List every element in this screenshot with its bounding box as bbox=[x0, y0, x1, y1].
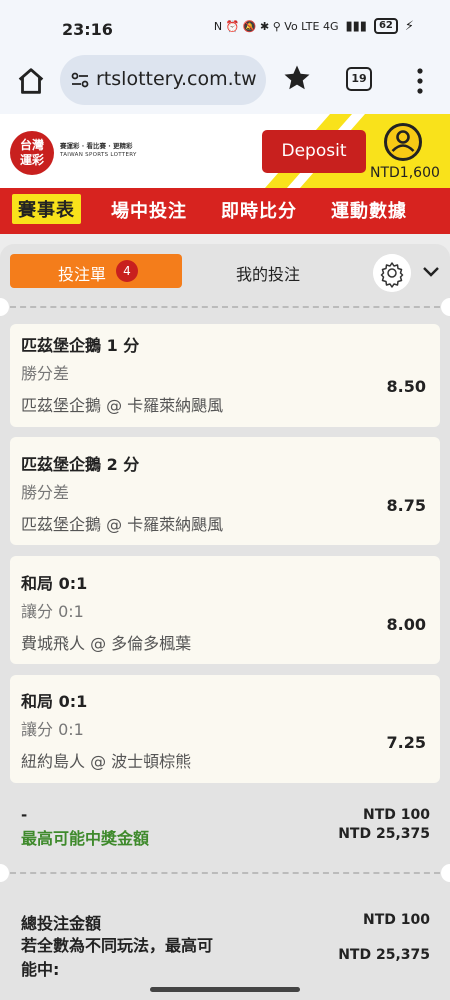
gesture-navigation-bar[interactable] bbox=[150, 987, 300, 992]
status-time: 23:16 bbox=[62, 20, 113, 39]
home-icon[interactable] bbox=[14, 64, 48, 98]
account-icon[interactable] bbox=[383, 122, 423, 162]
site-settings-icon[interactable] bbox=[70, 70, 90, 90]
bet-odds: 8.75 bbox=[386, 496, 426, 515]
tab-bet-slip[interactable]: 投注單 4 bbox=[10, 254, 182, 288]
site-logo[interactable]: 台灣 運彩 bbox=[10, 131, 54, 175]
bet-match: 匹茲堡企鵝 @ 卡羅萊納颶風 bbox=[21, 396, 224, 415]
account-balance: NTD1,600 bbox=[370, 165, 440, 181]
overflow-menu-icon[interactable] bbox=[410, 66, 430, 96]
nav-item-schedule[interactable]: 賽事表 bbox=[12, 194, 81, 224]
status-bar: 23:16 N ⏰ 🔕 ✱ ⚲ Vo LTE 4G ▮▮▮ 62 ⚡ bbox=[0, 0, 450, 52]
summary-notch-left bbox=[0, 864, 9, 882]
status-indicators: N ⏰ 🔕 ✱ ⚲ Vo LTE 4G bbox=[213, 19, 339, 33]
total-stake-label: 總投注金額 bbox=[21, 914, 102, 933]
logo-tagline: 賽運彩 · 看比賽 · 更精彩 bbox=[60, 142, 133, 150]
dashed-divider bbox=[10, 306, 440, 308]
chevron-down-icon[interactable] bbox=[420, 260, 442, 282]
tab-switcher-button[interactable]: 19 bbox=[346, 67, 372, 91]
max-win-label: 最高可能中獎金額 bbox=[21, 829, 150, 848]
gear-icon[interactable] bbox=[373, 254, 411, 292]
bet-market: 讓分 0:1 bbox=[21, 602, 84, 621]
browser-toolbar: rtslottery.com.tw 19 bbox=[0, 52, 450, 114]
battery-icon: 62 bbox=[373, 18, 398, 34]
deposit-button[interactable]: Deposit bbox=[262, 130, 366, 173]
main-nav: 賽事表 場中投注 即時比分 運動數據 bbox=[0, 188, 450, 234]
dashed-divider bbox=[10, 872, 440, 874]
stake-amount: NTD 100 bbox=[363, 807, 430, 823]
logo-english: TAIWAN SPORTS LOTTERY bbox=[60, 152, 137, 158]
bet-match: 費城飛人 @ 多倫多楓葉 bbox=[21, 634, 192, 653]
total-stake-amount: NTD 100 bbox=[363, 912, 430, 928]
nav-item-live-scores[interactable]: 即時比分 bbox=[221, 197, 297, 223]
tab-my-bets[interactable]: 我的投注 bbox=[236, 261, 300, 285]
stake-placeholder: - bbox=[21, 806, 28, 824]
bookmark-star-icon[interactable] bbox=[282, 63, 312, 93]
charging-icon: ⚡ bbox=[404, 18, 414, 34]
address-bar[interactable]: rtslottery.com.tw bbox=[60, 55, 266, 105]
bet-odds: 8.50 bbox=[386, 377, 426, 396]
status-icons: N ⏰ 🔕 ✱ ⚲ Vo LTE 4G ▮▮▮ 62 ⚡ bbox=[214, 18, 414, 34]
bet-market: 勝分差 bbox=[21, 483, 70, 502]
all-different-max-amount: NTD 25,375 bbox=[338, 947, 430, 963]
bet-selection: 匹茲堡企鵝 2 分 bbox=[21, 455, 140, 474]
site-header: 台灣 運彩 賽運彩 · 看比賽 · 更精彩 TAIWAN SPORTS LOTTE… bbox=[0, 114, 450, 188]
signal-icon: ▮▮▮ bbox=[345, 18, 367, 34]
bet-count-badge: 4 bbox=[116, 260, 138, 282]
nav-item-sports-data[interactable]: 運動數據 bbox=[331, 197, 407, 223]
summary-notch-right bbox=[441, 864, 450, 882]
slip-notch-left bbox=[0, 298, 9, 316]
bet-card[interactable]: 匹茲堡企鵝 2 分 勝分差 匹茲堡企鵝 @ 卡羅萊納颶風 8.75 bbox=[10, 437, 440, 545]
bet-market: 勝分差 bbox=[21, 364, 70, 383]
max-win-amount: NTD 25,375 bbox=[338, 826, 430, 842]
bet-odds: 8.00 bbox=[386, 615, 426, 634]
bet-card[interactable]: 和局 0:1 讓分 0:1 費城飛人 @ 多倫多楓葉 8.00 bbox=[10, 556, 440, 664]
all-different-max-label: 若全數為不同玩法，最高可能中: bbox=[21, 936, 214, 979]
bet-selection: 和局 0:1 bbox=[21, 692, 88, 711]
bet-match: 匹茲堡企鵝 @ 卡羅萊納颶風 bbox=[21, 515, 224, 534]
bet-match: 紐約島人 @ 波士頓棕熊 bbox=[21, 752, 192, 771]
bet-selection: 匹茲堡企鵝 1 分 bbox=[21, 336, 140, 355]
bet-market: 讓分 0:1 bbox=[21, 720, 84, 739]
bet-card[interactable]: 匹茲堡企鵝 1 分 勝分差 匹茲堡企鵝 @ 卡羅萊納颶風 8.50 bbox=[10, 324, 440, 427]
nav-item-live-betting[interactable]: 場中投注 bbox=[111, 197, 187, 223]
bet-selection: 和局 0:1 bbox=[21, 574, 88, 593]
bet-slip-panel: 投注單 4 我的投注 匹茲堡企鵝 1 分 勝分差 匹茲堡企鵝 @ 卡羅萊納颶風 … bbox=[0, 244, 450, 1000]
bet-card[interactable]: 和局 0:1 讓分 0:1 紐約島人 @ 波士頓棕熊 7.25 bbox=[10, 675, 440, 783]
slip-notch-right bbox=[441, 298, 450, 316]
url-text: rtslottery.com.tw bbox=[96, 68, 257, 90]
bet-slip-label: 投注單 bbox=[58, 265, 107, 284]
bet-odds: 7.25 bbox=[386, 733, 426, 752]
